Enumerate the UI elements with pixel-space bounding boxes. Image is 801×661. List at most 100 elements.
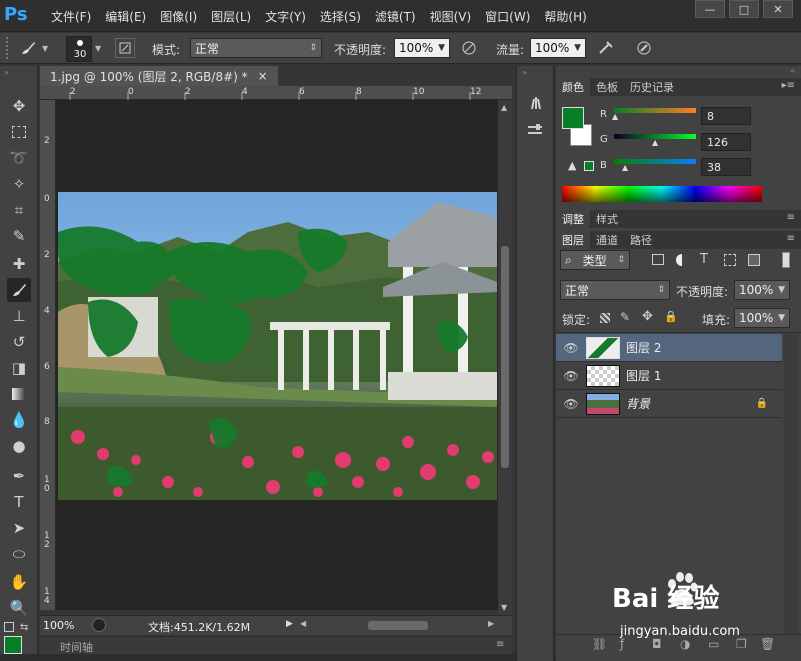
maximize-button[interactable]: □ xyxy=(729,0,759,18)
tab-layers[interactable]: 图层 xyxy=(556,231,590,249)
layer-row-background[interactable]: 👁 背景 🔒 xyxy=(556,390,782,418)
chevron-down-icon[interactable]: ▼ xyxy=(95,44,101,53)
brush-size-picker[interactable]: 30 xyxy=(66,36,92,62)
tab-styles[interactable]: 样式 xyxy=(590,210,624,228)
g-value-input[interactable]: 126 xyxy=(701,133,751,151)
r-slider-handle-icon[interactable]: ▲ xyxy=(612,112,618,121)
foreground-color-swatch[interactable] xyxy=(562,107,584,129)
blur-tool-icon[interactable]: 💧 xyxy=(7,408,31,432)
mode-dropdown[interactable]: 正常 ⇕ xyxy=(190,38,322,58)
menu-layer[interactable]: 图层(L) xyxy=(204,8,258,25)
lock-transparency-icon[interactable] xyxy=(600,313,610,323)
b-value-input[interactable]: 38 xyxy=(701,158,751,176)
color-spectrum-ramp[interactable] xyxy=(562,186,762,202)
fill-input[interactable]: 100% ▼ xyxy=(734,308,790,328)
foreground-color-swatch[interactable] xyxy=(4,636,22,654)
g-slider-handle-icon[interactable]: ▲ xyxy=(652,138,658,147)
lock-all-icon[interactable]: 🔒 xyxy=(664,310,678,323)
blend-mode-dropdown[interactable]: 正常 ⇕ xyxy=(560,280,670,300)
vertical-scrollbar[interactable]: ▲ ▼ xyxy=(498,100,512,615)
ellipse-tool-icon[interactable]: ⬭ xyxy=(7,542,31,566)
brush-tool-icon[interactable] xyxy=(7,278,31,302)
history-brush-tool-icon[interactable]: ↺ xyxy=(7,330,31,354)
close-button[interactable]: ✕ xyxy=(763,0,793,18)
zoom-tool-icon[interactable]: 🔍 xyxy=(7,596,31,620)
menu-file[interactable]: 文件(F) xyxy=(44,8,98,25)
shape-layer-filter-icon[interactable] xyxy=(724,254,736,266)
gradient-tool-icon[interactable] xyxy=(7,382,31,406)
brush-tool-preset-icon[interactable] xyxy=(18,38,38,58)
visibility-eye-icon[interactable]: 👁 xyxy=(556,397,586,411)
pressure-size-icon[interactable] xyxy=(634,38,654,58)
link-layers-icon[interactable]: ⛓ xyxy=(592,637,607,651)
collapse-arrows-icon[interactable]: » xyxy=(4,68,9,77)
tab-adjustments[interactable]: 调整 xyxy=(556,210,590,228)
scroll-right-arrow-icon[interactable]: ▶ xyxy=(488,619,494,628)
menu-help[interactable]: 帮助(H) xyxy=(537,8,593,25)
layer-opacity-input[interactable]: 100% ▼ xyxy=(734,280,790,300)
layer-row-layer2[interactable]: 👁 图层 2 xyxy=(556,334,782,362)
menu-image[interactable]: 图像(I) xyxy=(153,8,204,25)
pressure-opacity-icon[interactable] xyxy=(459,38,479,58)
dodge-tool-icon[interactable]: ● xyxy=(7,434,31,458)
chevron-down-icon[interactable]: ▼ xyxy=(778,285,785,295)
collapse-arrows-icon[interactable]: « xyxy=(790,66,795,75)
lasso-tool-icon[interactable]: ➰ xyxy=(7,146,31,170)
pixel-layer-filter-icon[interactable] xyxy=(652,254,664,265)
panel-menu-icon[interactable]: ≡ xyxy=(496,639,504,650)
pen-tool-icon[interactable]: ✒ xyxy=(7,464,31,488)
tab-history[interactable]: 历史记录 xyxy=(624,78,680,96)
tab-swatches[interactable]: 色板 xyxy=(590,78,624,96)
eraser-tool-icon[interactable]: ◨ xyxy=(7,356,31,380)
layer-filter-dropdown[interactable]: ⌕ 类型 ⇕ xyxy=(560,250,630,270)
horizontal-scroll-thumb[interactable] xyxy=(368,621,428,630)
tab-paths[interactable]: 路径 xyxy=(624,231,658,249)
marquee-tool-icon[interactable] xyxy=(7,120,31,144)
brush-presets-icon[interactable] xyxy=(525,92,545,112)
timeline-tab[interactable]: 时间轴 xyxy=(60,639,93,655)
document-tab[interactable]: 1.jpg @ 100% (图层 2, RGB/8#) * × xyxy=(40,66,278,86)
layer-row-layer1[interactable]: 👁 图层 1 xyxy=(556,362,782,390)
menu-edit[interactable]: 编辑(E) xyxy=(98,8,153,25)
tab-channels[interactable]: 通道 xyxy=(590,231,624,249)
b-slider-handle-icon[interactable]: ▲ xyxy=(622,163,628,172)
document-image[interactable] xyxy=(58,192,497,500)
close-tab-icon[interactable]: × xyxy=(258,69,268,83)
panel-menu-icon[interactable]: ▸≡ xyxy=(782,80,795,91)
visibility-eye-icon[interactable]: 👁 xyxy=(556,369,586,383)
gamut-warning-icon[interactable]: ▲ xyxy=(568,159,576,172)
menu-type[interactable]: 文字(Y) xyxy=(258,8,313,25)
type-tool-icon[interactable]: T xyxy=(7,490,31,514)
magic-wand-tool-icon[interactable]: ✧ xyxy=(7,172,31,196)
scroll-up-arrow-icon[interactable]: ▲ xyxy=(501,103,507,112)
zoom-level[interactable]: 100% xyxy=(43,619,74,632)
chevron-down-icon[interactable]: ▼ xyxy=(574,43,581,53)
status-icon[interactable] xyxy=(92,618,106,632)
chevron-down-icon[interactable]: ▼ xyxy=(42,44,48,53)
scroll-down-arrow-icon[interactable]: ▼ xyxy=(501,603,507,612)
websafe-swatch[interactable] xyxy=(584,161,594,171)
chevron-down-icon[interactable]: ▼ xyxy=(778,313,785,323)
menu-window[interactable]: 窗口(W) xyxy=(478,8,537,25)
chevron-down-icon[interactable]: ▼ xyxy=(438,43,445,53)
lock-pixels-icon[interactable]: ✎ xyxy=(620,310,630,324)
r-slider-track[interactable] xyxy=(614,108,696,113)
vertical-scroll-thumb[interactable] xyxy=(501,246,509,468)
airbrush-icon[interactable] xyxy=(596,38,616,58)
collapse-arrows-icon[interactable]: » xyxy=(522,68,527,77)
status-menu-arrow-icon[interactable]: ▶ xyxy=(286,619,293,629)
brush-panel-toggle-icon[interactable] xyxy=(115,38,135,58)
clone-stamp-tool-icon[interactable]: ⊥ xyxy=(7,304,31,328)
tab-color[interactable]: 颜色 xyxy=(556,78,590,96)
swap-colors-icon[interactable]: ⇆ xyxy=(20,622,28,633)
lock-position-icon[interactable]: ✥ xyxy=(642,309,653,324)
eyedropper-tool-icon[interactable]: ✎ xyxy=(7,224,31,248)
menu-view[interactable]: 视图(V) xyxy=(423,8,479,25)
panel-menu-icon[interactable]: ≡ xyxy=(787,233,795,244)
r-value-input[interactable]: 8 xyxy=(701,107,751,125)
tool-presets-icon[interactable] xyxy=(525,120,545,140)
panel-menu-icon[interactable]: ≡ xyxy=(787,212,795,223)
menu-filter[interactable]: 滤镜(T) xyxy=(368,8,423,25)
move-tool-icon[interactable]: ✥ xyxy=(7,94,31,118)
healing-brush-tool-icon[interactable]: ✚ xyxy=(7,252,31,276)
